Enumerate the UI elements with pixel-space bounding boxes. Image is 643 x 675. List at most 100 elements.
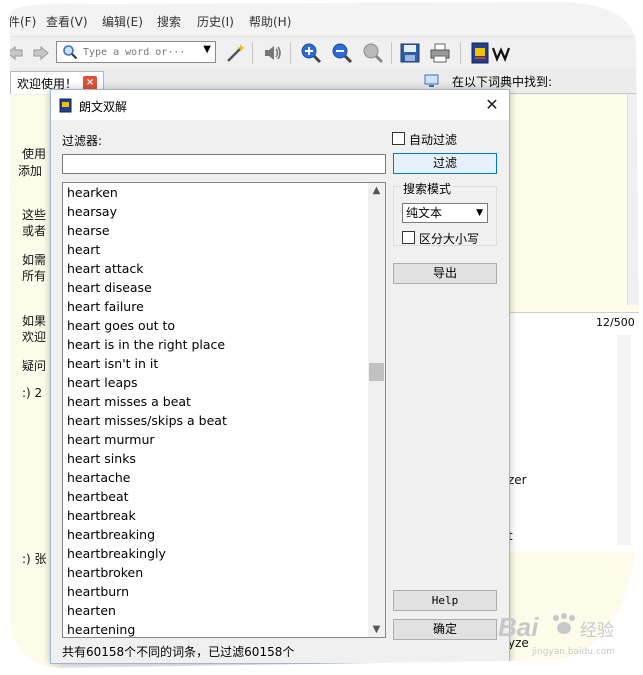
headword-item[interactable]: heart is in the right place (63, 335, 369, 354)
scrollbar-thumb[interactable] (369, 363, 384, 381)
headword-item[interactable]: hearken (63, 183, 369, 202)
chevron-up-icon[interactable]: ▲ (368, 185, 385, 196)
help-button[interactable]: Help (393, 590, 497, 611)
back-button[interactable] (2, 40, 28, 66)
case-sensitive-checkbox[interactable] (402, 231, 415, 244)
zoom-out-icon (332, 43, 353, 64)
article-text: :) 张 (22, 552, 47, 566)
article-text: 如果 (22, 314, 47, 328)
close-icon[interactable]: ✕ (481, 94, 503, 116)
headword-item[interactable]: heartburn (63, 582, 369, 601)
search-mode-value: 纯文本 (406, 206, 443, 220)
headword-item[interactable]: heart sinks (63, 449, 369, 468)
filter-input[interactable] (62, 154, 386, 174)
menu-search[interactable]: 搜索 (157, 13, 181, 30)
search-mode-select[interactable]: 纯文本 ▼ (402, 203, 488, 223)
menu-bar: 文件(F) 查看(V) 编辑(E) 搜索 历史(I) 帮助(H) (0, 0, 643, 36)
headword-list-items: hearken hearsay hearse heart heart attack hea… (63, 183, 369, 637)
headword-item[interactable]: heartbroken (63, 563, 369, 582)
headword-item[interactable]: heart (63, 240, 369, 259)
headword-item[interactable]: heart attack (63, 259, 369, 278)
history-text: zer (508, 473, 527, 487)
menu-help[interactable]: 帮助(H) (249, 13, 291, 30)
scrollbar[interactable] (617, 335, 631, 545)
chevron-down-icon[interactable]: ▼ (368, 624, 385, 635)
magic-wand-icon (227, 44, 245, 62)
forward-arrow-icon (33, 45, 49, 61)
search-mode-label: 搜索模式 (401, 180, 454, 197)
zoom-in-button[interactable] (298, 40, 324, 66)
article-text: :) 2 (22, 386, 43, 400)
zoom-in-icon (301, 43, 322, 64)
article-text: 这些 (22, 208, 47, 222)
auto-filter-checkbox[interactable] (392, 132, 405, 145)
zoom-reset-button[interactable] (360, 40, 386, 66)
zoom-reset-icon (363, 43, 384, 64)
found-in-dictionaries-label: 在以下词典中找到: (452, 75, 553, 89)
toolbar-separator (460, 42, 461, 64)
scrollbar[interactable]: ▲ ▼ (368, 183, 385, 637)
case-sensitive-label: 区分大小写 (419, 232, 480, 246)
dialog-title-bar[interactable]: 朗文双解 ✕ (51, 90, 509, 120)
headword-list[interactable]: hearken hearsay hearse heart heart attack hea… (62, 182, 386, 638)
history-count-label: 12/500 (596, 316, 635, 329)
save-button[interactable] (397, 40, 423, 66)
word-search-input[interactable] (83, 44, 195, 60)
headword-item[interactable]: heartbreakingly (63, 544, 369, 563)
toolbar-separator (391, 42, 392, 64)
filter-button[interactable]: 过滤 (393, 153, 497, 174)
headword-item[interactable]: hearse (63, 221, 369, 240)
headword-item[interactable]: heartache (63, 468, 369, 487)
toolbar: ▼ (0, 36, 643, 68)
headword-item[interactable]: heart isn't in it (63, 354, 369, 373)
chevron-down-icon: ▼ (476, 208, 483, 218)
word-search-combo[interactable]: ▼ (56, 41, 216, 63)
toolbar-separator (290, 42, 291, 64)
dictionary-book-icon (59, 98, 72, 113)
article-text: 哦。 (0, 179, 19, 193)
dictionary-book-icon (471, 42, 489, 64)
headword-item[interactable]: heart failure (63, 297, 369, 316)
export-button[interactable]: 导出 (393, 263, 497, 284)
menu-history[interactable]: 历史(I) (197, 13, 234, 30)
article-text: 欢迎 (22, 330, 47, 344)
headword-item[interactable]: heartbreaking (63, 525, 369, 544)
menu-file[interactable]: 文件(F) (0, 13, 36, 30)
headword-item[interactable]: heart disease (63, 278, 369, 297)
headword-item[interactable]: heart misses/skips a beat (63, 411, 369, 430)
save-icon (400, 43, 420, 63)
headword-item[interactable]: hearten (63, 601, 369, 620)
zoom-out-button[interactable] (329, 40, 355, 66)
toolbar-separator (252, 42, 253, 64)
headword-item[interactable]: hearsay (63, 202, 369, 221)
close-icon[interactable]: × (83, 76, 98, 90)
headword-item[interactable]: heartening (63, 620, 369, 637)
app-window: 文件(F) 查看(V) 编辑(E) 搜索 历史(I) 帮助(H) ▼ (0, 0, 643, 675)
search-icon (63, 45, 78, 60)
wikipedia-button[interactable] (488, 40, 514, 66)
auto-filter-label: 自动过滤 (409, 133, 458, 147)
filter-label: 过滤器: (62, 134, 103, 148)
forward-button[interactable] (28, 40, 54, 66)
print-button[interactable] (427, 40, 453, 66)
headword-item[interactable]: heart misses a beat (63, 392, 369, 411)
monitor-icon (424, 74, 439, 87)
ok-button[interactable]: 确定 (393, 619, 497, 640)
menu-edit[interactable]: 编辑(E) (102, 13, 143, 30)
headword-item[interactable]: heart goes out to (63, 316, 369, 335)
headword-item[interactable]: heartbeat (63, 487, 369, 506)
chevron-down-icon[interactable]: ▼ (203, 44, 211, 55)
dialog-title: 朗文双解 (79, 100, 128, 114)
menu-view[interactable]: 查看(V) (46, 13, 88, 30)
dictionary-headwords-dialog: 朗文双解 ✕ 过滤器: 自动过滤 过滤 搜索模式 纯文本 ▼ 区分大小写 导出 … (50, 89, 510, 664)
wikipedia-w-icon (492, 47, 510, 62)
scan-popup-button[interactable] (223, 40, 249, 66)
speaker-icon (265, 46, 281, 60)
scrollbar[interactable] (627, 95, 641, 305)
history-text: yze (508, 636, 529, 650)
back-arrow-icon (7, 45, 23, 61)
headword-item[interactable]: heart leaps (63, 373, 369, 392)
headword-item[interactable]: heart murmur (63, 430, 369, 449)
pronounce-button[interactable] (260, 40, 286, 66)
headword-item[interactable]: heartbreak (63, 506, 369, 525)
